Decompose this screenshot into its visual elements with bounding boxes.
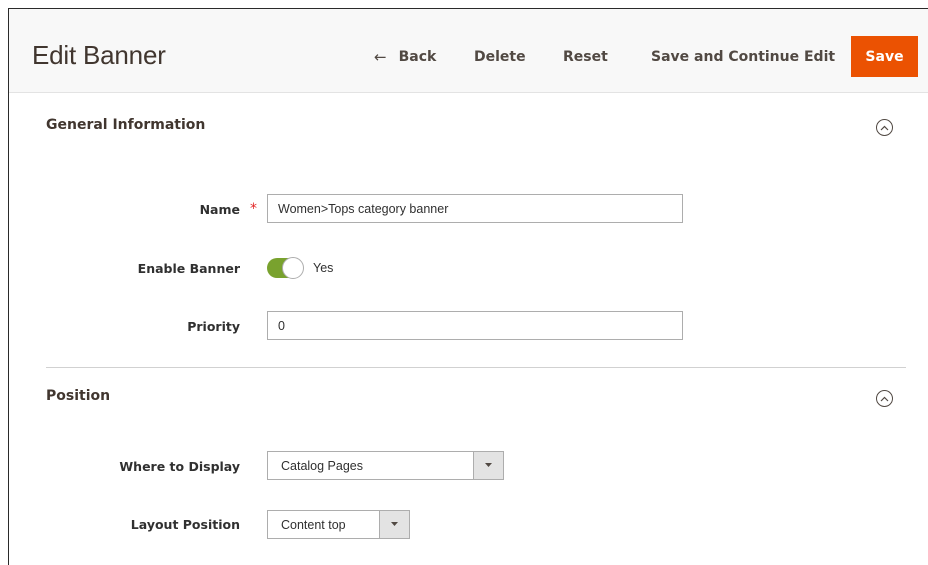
collapse-up-icon[interactable] xyxy=(876,390,893,407)
save-and-continue-button[interactable]: Save and Continue Edit xyxy=(651,36,835,77)
where-to-display-value: Catalog Pages xyxy=(281,458,364,473)
where-to-display-select[interactable]: Catalog Pages xyxy=(267,451,504,480)
chevron-down-icon xyxy=(379,511,409,538)
priority-input[interactable]: 0 xyxy=(267,311,683,340)
page-title: Edit Banner xyxy=(32,40,166,70)
section-divider xyxy=(46,367,906,368)
arrow-left-icon: ← xyxy=(374,47,387,66)
name-label: Name xyxy=(199,202,240,217)
position-title[interactable]: Position xyxy=(46,388,110,404)
reset-button[interactable]: Reset xyxy=(563,36,608,77)
name-input[interactable]: Women>Tops category banner xyxy=(267,194,683,223)
layout-position-label: Layout Position xyxy=(130,517,240,532)
chevron-down-icon xyxy=(473,452,503,479)
enable-banner-value: Yes xyxy=(313,261,334,275)
general-information-title[interactable]: General Information xyxy=(46,117,205,133)
layout-position-value: Content top xyxy=(281,517,346,532)
page-header: Edit Banner ← Back Delete Reset Save and… xyxy=(9,9,928,93)
save-button[interactable]: Save xyxy=(851,36,918,77)
back-button[interactable]: ← Back xyxy=(374,36,436,77)
delete-button[interactable]: Delete xyxy=(474,36,526,77)
toggle-knob xyxy=(282,257,304,279)
priority-label: Priority xyxy=(187,319,240,334)
where-to-display-label: Where to Display xyxy=(119,459,240,474)
required-marker: * xyxy=(250,201,257,217)
enable-banner-toggle[interactable] xyxy=(267,257,304,279)
edit-banner-page: Edit Banner ← Back Delete Reset Save and… xyxy=(8,8,928,565)
enable-banner-label: Enable Banner xyxy=(137,261,240,276)
back-label: Back xyxy=(398,48,437,65)
layout-position-select[interactable]: Content top xyxy=(267,510,410,539)
collapse-up-icon[interactable] xyxy=(876,119,893,136)
